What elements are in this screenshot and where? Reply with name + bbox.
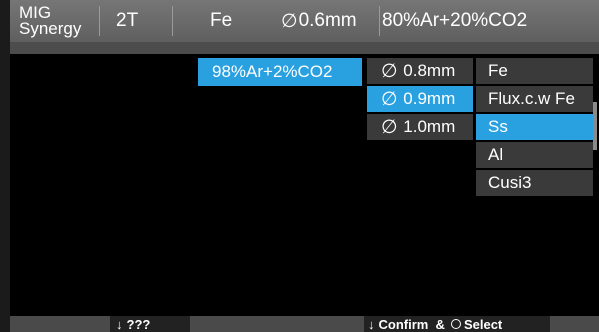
gas-value[interactable]: 80%Ar+20%CO2 xyxy=(382,0,599,42)
diameter-icon: ∅ xyxy=(381,116,398,138)
help-text: ??? xyxy=(126,316,151,332)
select-text: Select xyxy=(463,316,503,332)
wire-option-label: 0.9mm xyxy=(403,89,456,108)
down-arrow-icon: ↓ xyxy=(368,316,375,332)
material-option-selected[interactable]: Ss xyxy=(476,114,593,140)
process-mode[interactable]: MIG Synergy xyxy=(19,0,99,42)
material-option[interactable]: Cusi3 xyxy=(476,170,593,196)
wire-option[interactable]: ∅ 1.0mm xyxy=(367,114,473,140)
wire-option-label: 1.0mm xyxy=(403,117,456,136)
material-value[interactable]: Fe xyxy=(210,0,250,42)
material-menu: Fe Flux.c.w Fe Ss Al Cusi3 xyxy=(476,58,593,198)
trigger-mode[interactable]: 2T xyxy=(116,0,166,42)
wire-option-label: 0.8mm xyxy=(403,61,456,80)
diameter-icon: ∅ xyxy=(381,88,398,110)
footer-help-hint[interactable]: ↓ ??? xyxy=(110,316,190,332)
wire-size-menu: ∅ 0.8mm ∅ 0.9mm ∅ 1.0mm xyxy=(367,58,473,142)
material-option[interactable]: Fe xyxy=(476,58,593,84)
footer-confirm-hint[interactable]: ↓ Confirm & Select xyxy=(364,316,550,332)
material-scrollbar[interactable] xyxy=(593,102,597,150)
process-mode-line2: Synergy xyxy=(19,19,82,38)
header-divider xyxy=(99,6,100,36)
gas-option-selected[interactable]: 98%Ar+2%CO2 xyxy=(198,58,362,86)
header-divider xyxy=(172,6,173,36)
header-bar: MIG Synergy 2T Fe ∅ 0.6mm 80%Ar+20%CO2 xyxy=(10,0,599,42)
welder-screen: MIG Synergy 2T Fe ∅ 0.6mm 80%Ar+20%CO2 9… xyxy=(10,0,599,332)
wire-option[interactable]: ∅ 0.8mm xyxy=(367,58,473,84)
confirm-text: Confirm & xyxy=(378,316,445,332)
header-shadow-strip xyxy=(10,42,599,54)
down-arrow-icon: ↓ xyxy=(116,316,123,332)
wire-option-selected[interactable]: ∅ 0.9mm xyxy=(367,86,473,112)
diameter-icon: ∅ xyxy=(281,10,298,32)
footer-bar: ↓ ??? ↓ Confirm & Select xyxy=(10,316,599,332)
material-option[interactable]: Flux.c.w Fe xyxy=(476,86,593,112)
diameter-icon: ∅ xyxy=(381,60,398,82)
material-option[interactable]: Al xyxy=(476,142,593,168)
wire-size-value: 0.6mm xyxy=(298,10,357,31)
header-divider xyxy=(379,6,380,36)
wire-diameter[interactable]: ∅ 0.6mm xyxy=(281,0,381,42)
knob-icon xyxy=(450,319,461,329)
